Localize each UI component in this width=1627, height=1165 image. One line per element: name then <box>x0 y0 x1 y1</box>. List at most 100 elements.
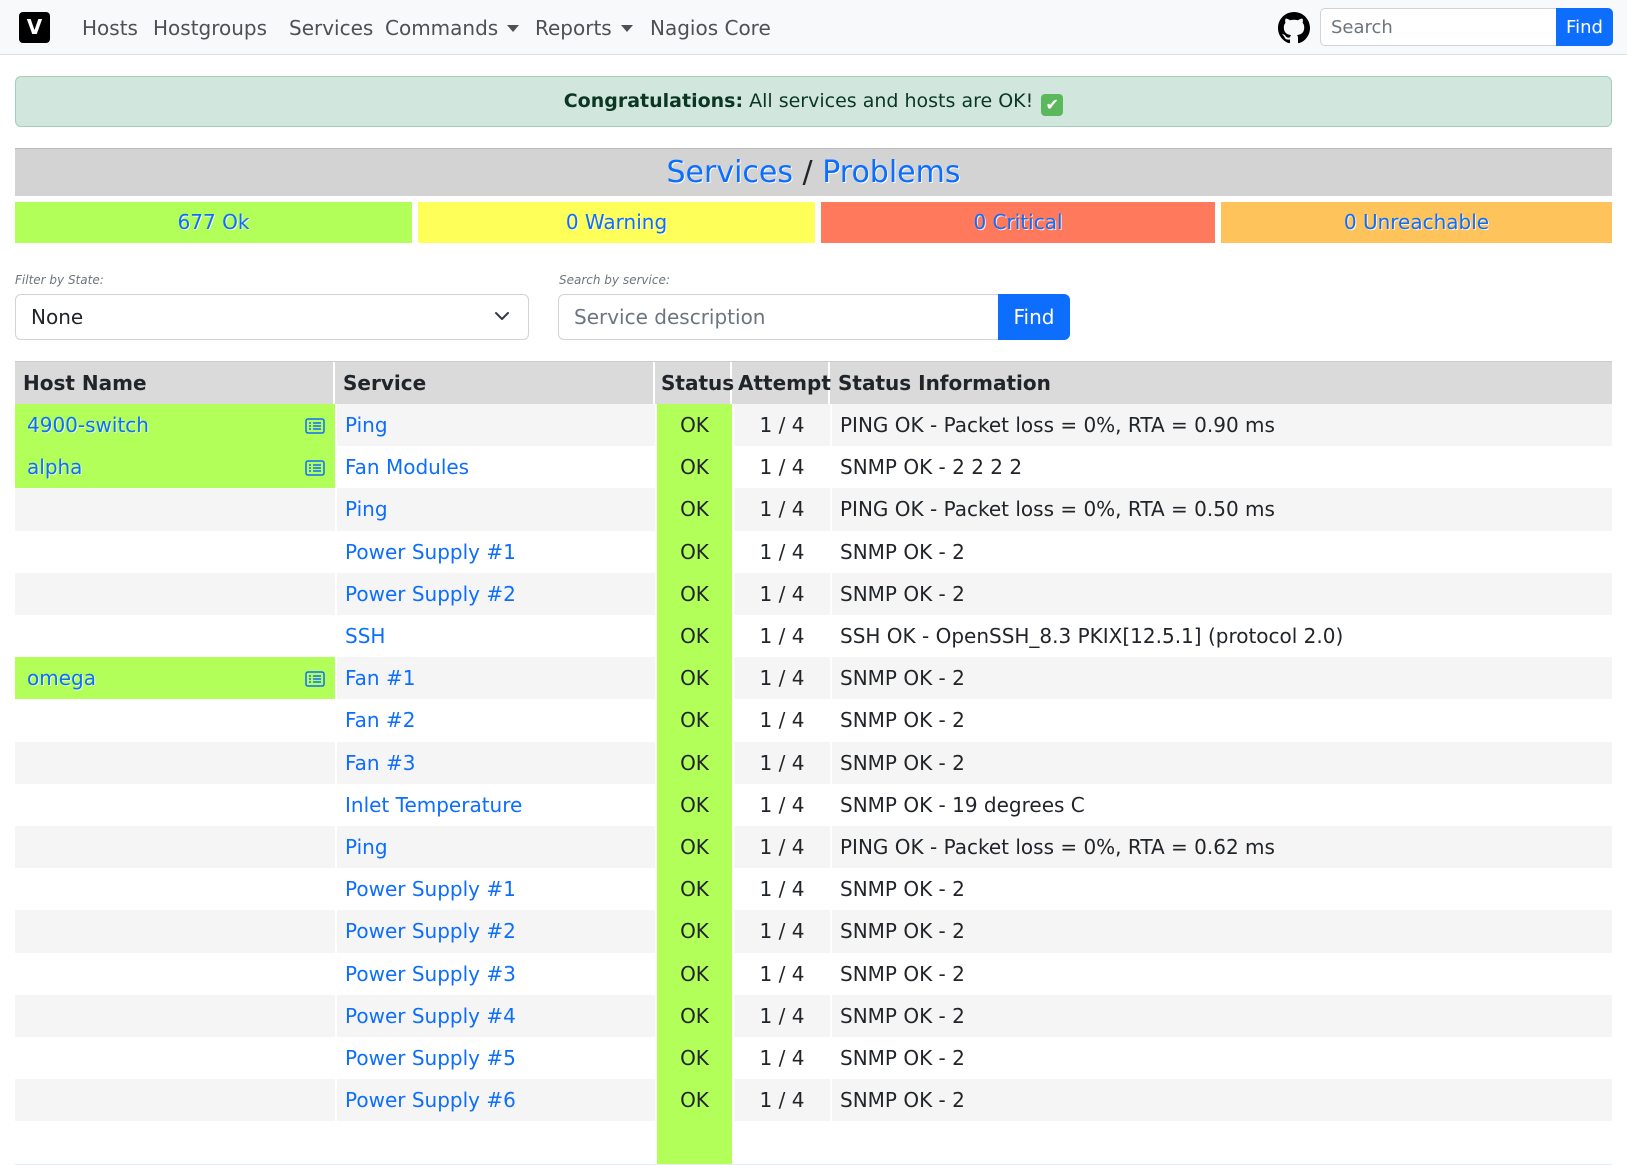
status-badge: OK <box>655 741 732 785</box>
title-problems-link[interactable]: Problems <box>822 155 960 190</box>
service-cell: Power Supply #5 <box>335 1037 655 1080</box>
header-attempt[interactable]: Attempt <box>732 362 831 405</box>
status-badge: OK <box>655 1079 732 1123</box>
host-cell <box>15 910 335 953</box>
table-row: Power Supply #2 OK 1 / 4 SNMP OK - 2 <box>15 910 1612 955</box>
host-link[interactable]: alpha <box>27 455 82 479</box>
service-link[interactable]: Power Supply #1 <box>345 540 516 564</box>
status-badge: OK <box>655 826 732 869</box>
summary-critical[interactable]: 0 Critical <box>821 202 1215 243</box>
summary-ok[interactable]: 677 Ok <box>15 202 412 243</box>
header-host-name[interactable]: Host Name <box>15 362 335 405</box>
check-mark-icon: ✔ <box>1041 94 1064 116</box>
attempt-cell: 1 / 4 <box>732 1079 830 1123</box>
service-link[interactable]: Fan #3 <box>345 751 415 775</box>
service-link[interactable]: Power Supply #2 <box>345 582 516 606</box>
table-row: omega Fan #1 OK 1 / 4 SNMP OK - 2 <box>15 657 1612 702</box>
service-link[interactable]: Power Supply #5 <box>345 1046 516 1070</box>
host-cell: 4900-switch <box>15 404 335 447</box>
service-link[interactable]: Power Supply #4 <box>345 1004 516 1028</box>
status-info-cell: SNMP OK - 2 <box>830 741 1612 785</box>
service-link[interactable]: Power Supply #3 <box>345 962 516 986</box>
nav-commands-dropdown[interactable]: Commands <box>385 14 520 42</box>
summary-unreachable[interactable]: 0 Unreachable <box>1221 202 1612 243</box>
status-badge: OK <box>655 446 732 490</box>
table-row: Power Supply #1 OK 1 / 4 SNMP OK - 2 <box>15 868 1612 913</box>
table-row: Power Supply #5 OK 1 / 4 SNMP OK - 2 <box>15 1037 1612 1081</box>
status-info-cell: PING OK - Packet loss = 0%, RTA = 0.62 m… <box>830 826 1612 869</box>
state-filter-value: None <box>31 305 84 329</box>
status-badge: OK <box>655 657 732 701</box>
service-link[interactable]: Power Supply #6 <box>345 1088 516 1112</box>
status-badge <box>655 1121 732 1165</box>
title-services-link[interactable]: Services <box>667 155 794 190</box>
service-link[interactable]: Ping <box>345 835 388 859</box>
header-status-information[interactable]: Status Information <box>830 362 1612 405</box>
service-link[interactable]: Fan #1 <box>345 666 415 690</box>
attempt-cell: 1 / 4 <box>732 868 830 912</box>
status-badge: OK <box>655 952 732 996</box>
attempt-cell: 1 / 4 <box>732 910 830 954</box>
global-search-input[interactable] <box>1320 8 1557 46</box>
host-link[interactable]: 4900-switch <box>27 413 149 437</box>
host-cell <box>15 995 335 1038</box>
status-info-cell: SNMP OK - 2 <box>830 910 1612 954</box>
host-link[interactable]: omega <box>27 666 96 690</box>
service-cell: SSH <box>335 615 655 658</box>
title-separator: / <box>793 155 823 190</box>
attempt-cell: 1 / 4 <box>732 699 830 743</box>
status-info-cell: SNMP OK - 2 <box>830 530 1612 574</box>
nav-commands-label: Commands <box>385 16 499 40</box>
state-filter-select[interactable]: None <box>15 294 529 340</box>
service-link[interactable]: Ping <box>345 413 388 437</box>
chevron-down-icon <box>495 312 509 320</box>
brand-logo[interactable]: V <box>19 12 50 43</box>
host-details-icon[interactable] <box>305 671 325 687</box>
global-find-button[interactable]: Find <box>1556 8 1613 46</box>
table-row: 4900-switch Ping OK 1 / 4 PING OK - Packet l… <box>15 404 1612 448</box>
service-cell: Fan #1 <box>335 657 655 701</box>
service-link[interactable]: Fan Modules <box>345 455 469 479</box>
nav-services[interactable]: Services <box>289 14 373 42</box>
attempt-cell: 1 / 4 <box>732 783 830 827</box>
table-row: Power Supply #2 OK 1 / 4 SNMP OK - 2 <box>15 572 1612 617</box>
service-link[interactable]: Inlet Temperature <box>345 793 522 817</box>
service-link[interactable]: Power Supply #1 <box>345 877 516 901</box>
host-cell <box>15 826 335 869</box>
github-icon[interactable] <box>1278 12 1310 44</box>
status-badge: OK <box>655 488 732 532</box>
status-info-cell: PING OK - Packet loss = 0%, RTA = 0.90 m… <box>830 404 1612 447</box>
nav-reports-dropdown[interactable]: Reports <box>535 14 633 42</box>
attempt-cell: 1 / 4 <box>732 994 830 1038</box>
nav-hostgroups[interactable]: Hostgroups <box>153 14 267 42</box>
host-cell <box>15 1079 335 1122</box>
service-link[interactable]: SSH <box>345 624 385 648</box>
summary-warning-link[interactable]: 0 Warning <box>566 210 667 234</box>
status-info-cell: PING OK - Packet loss = 0%, RTA = 0.50 m… <box>830 488 1612 532</box>
status-badge: OK <box>655 699 732 743</box>
service-cell: Fan #2 <box>335 699 655 743</box>
service-link[interactable]: Power Supply #2 <box>345 919 516 943</box>
nav-nagios-core[interactable]: Nagios Core <box>650 14 771 42</box>
service-find-button[interactable]: Find <box>998 294 1070 340</box>
service-link[interactable]: Ping <box>345 497 388 521</box>
table-row: alpha Fan Modules OK 1 / 4 SNMP OK - 2 2 2 2 <box>15 446 1612 491</box>
summary-ok-link[interactable]: 677 Ok <box>178 210 250 234</box>
summary-critical-link[interactable]: 0 Critical <box>973 210 1062 234</box>
header-service[interactable]: Service <box>335 362 655 405</box>
header-status[interactable]: Status <box>655 362 734 405</box>
service-cell: Power Supply #6 <box>335 1079 655 1123</box>
summary-unreachable-link[interactable]: 0 Unreachable <box>1344 210 1489 234</box>
host-details-icon[interactable] <box>305 460 325 476</box>
service-search-input[interactable] <box>558 294 999 340</box>
summary-warning[interactable]: 0 Warning <box>418 202 815 243</box>
state-filter-label: Filter by State: <box>15 273 104 287</box>
service-link[interactable]: Fan #2 <box>345 708 415 732</box>
table-row: Power Supply #1 OK 1 / 4 SNMP OK - 2 <box>15 530 1612 575</box>
status-badge: OK <box>655 572 732 616</box>
host-cell <box>15 488 335 531</box>
table-row: Inlet Temperature OK 1 / 4 SNMP OK - 19 deg… <box>15 783 1612 828</box>
nav-hosts[interactable]: Hosts <box>82 14 138 42</box>
host-details-icon[interactable] <box>305 418 325 434</box>
status-badge: OK <box>655 404 732 447</box>
